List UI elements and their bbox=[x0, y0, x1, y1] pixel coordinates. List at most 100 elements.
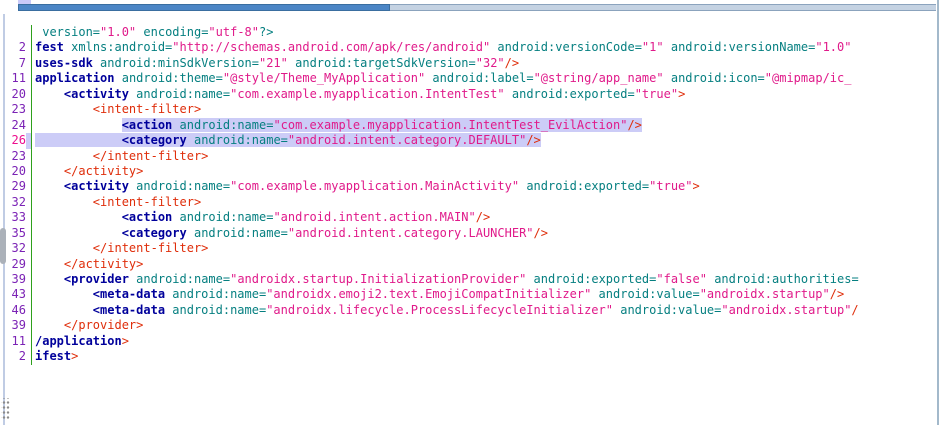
indent bbox=[35, 318, 64, 332]
code-line[interactable]: 39 <provider android:name="androidx.star… bbox=[6, 272, 937, 287]
line-number: 43 bbox=[6, 287, 32, 302]
code-text[interactable]: <provider android:name="androidx.startup… bbox=[32, 272, 859, 287]
token-pln bbox=[664, 71, 671, 85]
code-text[interactable]: fest xmlns:android="http://schemas.andro… bbox=[32, 40, 851, 55]
code-line[interactable]: 46 <meta-data android:name="androidx.lif… bbox=[6, 303, 937, 318]
code-text[interactable]: <intent-filter> bbox=[32, 102, 201, 117]
code-line[interactable]: 2ifest> bbox=[6, 349, 937, 364]
token-tag: /application bbox=[35, 334, 122, 348]
token-str: "android.intent.category.LAUNCHER" bbox=[288, 226, 534, 240]
indent bbox=[35, 287, 93, 301]
token-group: version="1.0" encoding="utf-8"?> bbox=[42, 25, 273, 39]
code-line[interactable]: 26 <category android:name="android.inten… bbox=[6, 133, 937, 148]
token-str: "com.example.myapplication.IntentTest" bbox=[230, 87, 505, 101]
token-tag: <action bbox=[122, 210, 173, 224]
code-text[interactable]: application android:theme="@style/Theme_… bbox=[32, 71, 851, 86]
code-text[interactable]: <category android:name="android.intent.c… bbox=[32, 226, 548, 241]
indent bbox=[35, 118, 122, 132]
indent bbox=[35, 226, 122, 240]
token-attr: android:name= bbox=[194, 133, 288, 147]
token-end: > bbox=[71, 349, 78, 363]
selection-highlight: <action android:name="com.example.myappl… bbox=[122, 118, 642, 132]
token-end: <intent-filter> bbox=[93, 102, 201, 116]
code-text[interactable]: /application> bbox=[32, 334, 129, 349]
code-text[interactable]: </provider> bbox=[32, 318, 143, 333]
token-str: "utf-8" bbox=[208, 25, 259, 39]
token-group: application android:theme="@style/Theme_… bbox=[35, 71, 851, 85]
code-line[interactable]: 33 <action android:name="android.intent.… bbox=[6, 210, 937, 225]
token-attr: android:targetSdkVersion= bbox=[295, 56, 476, 70]
code-text[interactable]: <intent-filter> bbox=[32, 195, 201, 210]
code-line[interactable]: version="1.0" encoding="utf-8"?> bbox=[6, 25, 937, 40]
code-line[interactable]: 32 </intent-filter> bbox=[6, 241, 937, 256]
code-line[interactable]: 35 <category android:name="android.inten… bbox=[6, 226, 937, 241]
line-number: 24 bbox=[6, 118, 32, 133]
resize-grip-dots[interactable] bbox=[1, 398, 10, 420]
token-end: </intent-filter> bbox=[93, 241, 209, 255]
line-number: 23 bbox=[6, 149, 32, 164]
code-text[interactable]: </intent-filter> bbox=[32, 149, 208, 164]
token-end: > bbox=[122, 334, 129, 348]
code-line[interactable]: 11application android:theme="@style/Them… bbox=[6, 71, 937, 86]
indent bbox=[35, 303, 93, 317]
code-line[interactable]: 24 <action android:name="com.example.mya… bbox=[6, 118, 937, 133]
indent bbox=[35, 133, 122, 147]
token-attr: android:exported= bbox=[526, 179, 649, 193]
code-text[interactable]: <action android:name="com.example.myappl… bbox=[32, 118, 642, 133]
code-line[interactable]: 32 <intent-filter> bbox=[6, 195, 937, 210]
token-str: "1.0" bbox=[100, 25, 136, 39]
token-str: "@style/Theme_MyApplication" bbox=[223, 71, 425, 85]
token-group: </intent-filter> bbox=[93, 241, 209, 255]
line-number: 32 bbox=[6, 241, 32, 256]
token-attr: android:theme= bbox=[122, 71, 223, 85]
code-text[interactable]: version="1.0" encoding="utf-8"?> bbox=[32, 25, 273, 40]
horizontal-scrollbar-thumb[interactable] bbox=[18, 4, 390, 11]
code-line[interactable]: 11/application> bbox=[6, 334, 937, 349]
code-text[interactable]: <category android:name="android.intent.c… bbox=[32, 133, 541, 148]
code-line[interactable]: 2fest xmlns:android="http://schemas.andr… bbox=[6, 40, 937, 55]
code-text[interactable]: <activity android:name="com.example.myap… bbox=[32, 179, 700, 194]
token-group: ifest> bbox=[35, 349, 78, 363]
code-text[interactable]: </activity> bbox=[32, 164, 143, 179]
code-line[interactable]: 23 <intent-filter> bbox=[6, 102, 937, 117]
token-group: <action android:name="android.intent.act… bbox=[122, 210, 490, 224]
code-line[interactable]: 29 <activity android:name="com.example.m… bbox=[6, 179, 937, 194]
code-text[interactable]: <meta-data android:name="androidx.lifecy… bbox=[32, 303, 859, 318]
code-line[interactable]: 39 </provider> bbox=[6, 318, 937, 333]
indent bbox=[35, 210, 122, 224]
line-number: 11 bbox=[6, 334, 32, 349]
code-text[interactable]: <activity android:name="com.example.myap… bbox=[32, 87, 685, 102]
token-end: </activity> bbox=[64, 164, 143, 178]
token-attr: android:name= bbox=[180, 210, 274, 224]
token-attr: android:exported= bbox=[534, 272, 657, 286]
indent bbox=[35, 87, 64, 101]
code-text[interactable]: </intent-filter> bbox=[32, 241, 208, 256]
horizontal-scrollbar-track[interactable] bbox=[18, 4, 936, 11]
token-str: "true" bbox=[635, 87, 678, 101]
code-text[interactable]: uses-sdk android:minSdkVersion="21" andr… bbox=[32, 56, 519, 71]
code-text[interactable]: </activity> bbox=[32, 257, 143, 272]
code-line[interactable]: 20 </activity> bbox=[6, 164, 937, 179]
code-text[interactable]: <action android:name="android.intent.act… bbox=[32, 210, 490, 225]
token-group: /application> bbox=[35, 334, 129, 348]
indent bbox=[35, 272, 64, 286]
line-number: 26 bbox=[6, 133, 32, 148]
token-end: > bbox=[678, 87, 685, 101]
token-end: </intent-filter> bbox=[93, 149, 209, 163]
token-end: /> bbox=[627, 118, 641, 132]
code-line[interactable]: 20 <activity android:name="com.example.m… bbox=[6, 87, 937, 102]
code-editor[interactable]: version="1.0" encoding="utf-8"?>2fest xm… bbox=[6, 14, 937, 365]
code-line[interactable]: 23 </intent-filter> bbox=[6, 149, 937, 164]
token-attr: encoding= bbox=[143, 25, 208, 39]
token-group: <intent-filter> bbox=[93, 195, 201, 209]
code-line[interactable]: 7uses-sdk android:minSdkVersion="21" and… bbox=[6, 56, 937, 71]
line-number: 20 bbox=[6, 87, 32, 102]
code-text[interactable]: <meta-data android:name="androidx.emoji2… bbox=[32, 287, 844, 302]
token-tag: <activity bbox=[64, 179, 129, 193]
code-line[interactable]: 43 <meta-data android:name="androidx.emo… bbox=[6, 287, 937, 302]
token-attr: xmlns:android= bbox=[71, 40, 172, 54]
token-end: /> bbox=[526, 133, 540, 147]
code-line[interactable]: 29 </activity> bbox=[6, 257, 937, 272]
code-text[interactable]: ifest> bbox=[32, 349, 78, 364]
line-number: 11 bbox=[6, 71, 32, 86]
